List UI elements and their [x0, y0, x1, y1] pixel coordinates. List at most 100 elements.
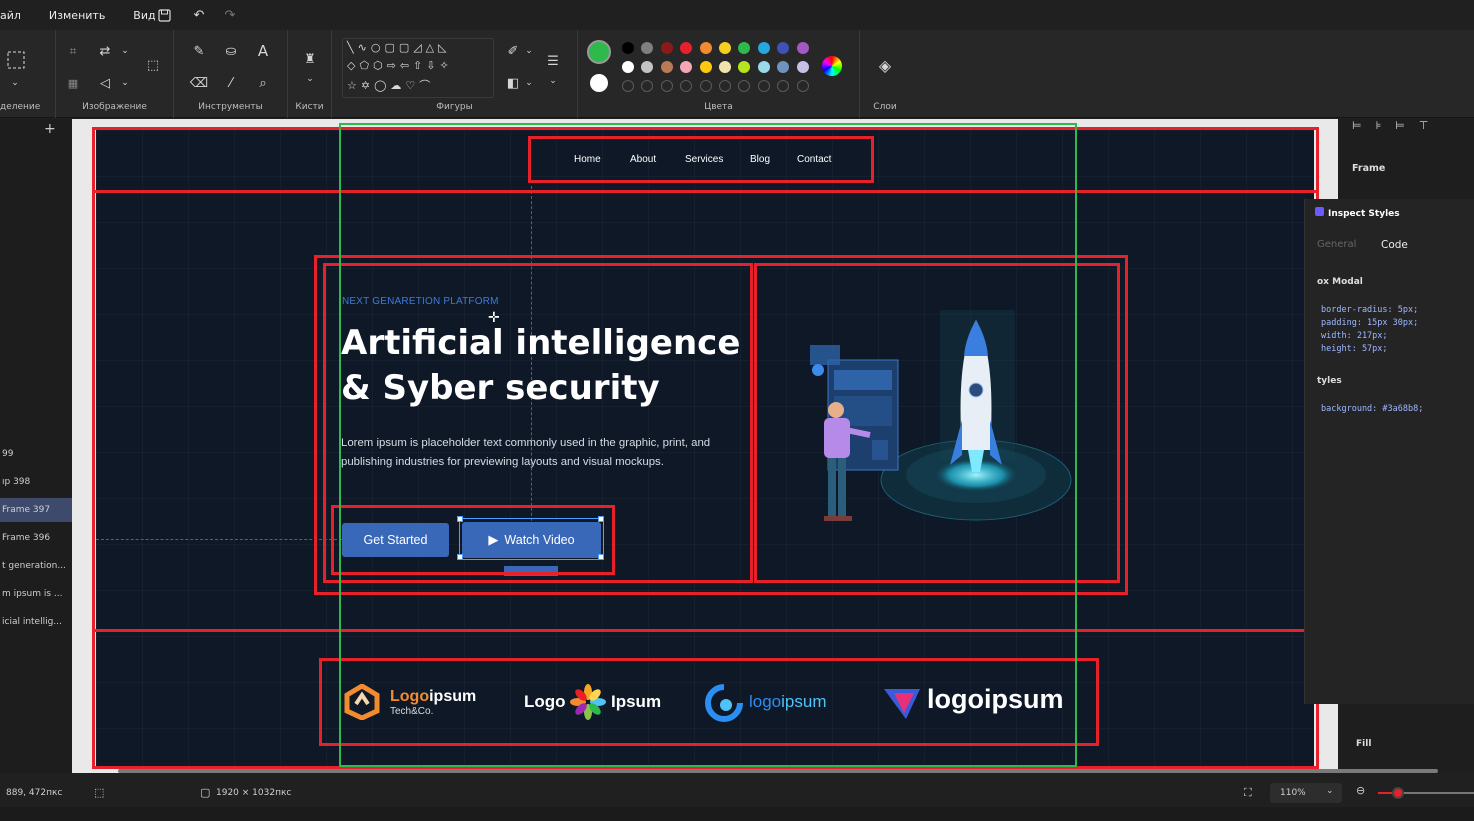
- chevron-down-icon[interactable]: ⌄: [542, 70, 564, 92]
- selection-group: ⌄ деление: [0, 30, 56, 118]
- custom-color-slot[interactable]: [757, 80, 770, 92]
- brush-icon[interactable]: ♜: [299, 48, 321, 70]
- tab-code[interactable]: Code: [1381, 239, 1408, 251]
- rotate-icon[interactable]: ◁: [94, 72, 116, 94]
- color-picker-icon[interactable]: ⁄: [220, 72, 242, 94]
- custom-color-slot[interactable]: [660, 80, 673, 92]
- eraser-icon[interactable]: ⌫: [188, 72, 210, 94]
- custom-color-slot[interactable]: [641, 80, 654, 92]
- resize-icon[interactable]: ⇄: [94, 40, 116, 62]
- custom-color-slot[interactable]: [796, 80, 809, 92]
- custom-color-slot[interactable]: [622, 80, 634, 92]
- redo-icon[interactable]: ↷: [221, 6, 239, 24]
- crop-icon[interactable]: ⌗: [62, 40, 84, 62]
- brushes-group: ♜ ⌄ Кисти: [288, 30, 332, 118]
- palette-swatch[interactable]: [680, 61, 693, 73]
- fill-bucket-icon[interactable]: ⛀: [220, 40, 242, 62]
- palette-swatch[interactable]: [660, 61, 673, 73]
- taskbar: [0, 807, 1474, 821]
- fit-to-window-icon[interactable]: ⛶: [1244, 786, 1252, 800]
- palette-swatch[interactable]: [777, 42, 790, 54]
- chevron-down-icon[interactable]: ⌄: [114, 40, 136, 62]
- primary-color-swatch[interactable]: [587, 40, 611, 64]
- align-toolbar[interactable]: ⊨⊧⊨⊤: [1352, 119, 1442, 132]
- secondary-color-swatch[interactable]: [590, 74, 608, 92]
- palette-swatch[interactable]: [777, 61, 790, 73]
- layers-group: ◈ Слои: [860, 30, 910, 118]
- magnifier-icon[interactable]: ⌕: [252, 72, 274, 94]
- inspect-icon: [1315, 207, 1324, 216]
- canvas-size-icon: ▢: [200, 786, 211, 799]
- chevron-down-icon[interactable]: ⌄: [518, 72, 540, 94]
- css-background: background: #3a68b8;: [1321, 404, 1424, 414]
- layer-item[interactable]: Frame 396: [0, 526, 72, 550]
- custom-color-slot[interactable]: [719, 80, 731, 92]
- save-icon[interactable]: [155, 6, 173, 24]
- palette-swatch[interactable]: [699, 61, 712, 73]
- chevron-down-icon[interactable]: ⌄: [299, 68, 321, 90]
- chevron-down-icon: ⌄: [1326, 786, 1334, 796]
- zoom-slider-thumb[interactable]: [1392, 787, 1404, 799]
- pencil-icon[interactable]: ✎: [188, 40, 210, 62]
- add-layer-icon[interactable]: +: [44, 121, 56, 137]
- text-tool-icon[interactable]: A: [252, 40, 274, 62]
- palette-swatch[interactable]: [738, 61, 751, 73]
- menu-edit[interactable]: Изменить: [35, 9, 119, 22]
- palette-swatch[interactable]: [641, 42, 654, 54]
- colors-group-label: Цвета: [704, 102, 733, 112]
- layer-item[interactable]: ıp 398: [0, 470, 72, 494]
- zoom-out-icon[interactable]: ⊖: [1356, 784, 1365, 797]
- zoom-select[interactable]: 110% ⌄: [1270, 783, 1342, 803]
- zoom-value: 110%: [1280, 788, 1306, 798]
- palette-swatch[interactable]: [757, 42, 770, 54]
- tools-group: ✎ ⛀ A ⌫ ⁄ ⌕ Инструменты: [174, 30, 288, 118]
- palette-swatch[interactable]: [719, 42, 731, 54]
- ribbon-toolbar: ⌄ деление ⌗ ⇄ ⌄ ⬚ ▦ ◁ ⌄ Изображение ✎ ⛀ …: [0, 30, 1474, 118]
- palette-swatch[interactable]: [622, 42, 634, 54]
- styles-heading: tyles: [1317, 376, 1342, 386]
- layer-item[interactable]: m ipsum is ...: [0, 582, 72, 606]
- background-remove-icon[interactable]: ⬚: [142, 54, 164, 76]
- custom-color-slot[interactable]: [738, 80, 751, 92]
- horizontal-scrollbar[interactable]: [118, 769, 1438, 773]
- layers-icon[interactable]: ◈: [874, 54, 896, 76]
- palette-swatch[interactable]: [680, 42, 693, 54]
- selection-group-label: деление: [0, 102, 41, 112]
- inspect-title: Inspect Styles: [1315, 207, 1400, 219]
- edit-colors-icon[interactable]: [822, 56, 842, 76]
- inspect-styles-panel: Inspect Styles General Code ox Modal bor…: [1304, 199, 1474, 704]
- menu-file[interactable]: айл: [0, 9, 35, 22]
- inspect-title-text: Inspect Styles: [1328, 209, 1400, 219]
- shape-size-icon[interactable]: ☰: [542, 50, 564, 72]
- tab-general[interactable]: General: [1317, 239, 1356, 250]
- layer-item[interactable]: icial intellig...: [0, 610, 72, 634]
- layer-item[interactable]: t generation...: [0, 554, 72, 578]
- palette-swatch[interactable]: [738, 42, 751, 54]
- undo-icon[interactable]: ↶: [190, 6, 208, 24]
- palette-swatch[interactable]: [660, 42, 673, 54]
- custom-color-slot[interactable]: [699, 80, 712, 92]
- palette-swatch[interactable]: [641, 61, 654, 73]
- palette-swatch[interactable]: [622, 61, 634, 73]
- image-group: ⌗ ⇄ ⌄ ⬚ ▦ ◁ ⌄ Изображение: [56, 30, 174, 118]
- move-cursor-icon: ✛: [488, 310, 500, 326]
- frame-label: Frame: [1352, 163, 1386, 174]
- colors-group: Цвета: [578, 30, 860, 118]
- image-filter-icon[interactable]: ▦: [62, 72, 84, 94]
- chevron-down-icon[interactable]: ⌄: [4, 72, 26, 94]
- layer-item-selected[interactable]: Frame 397: [0, 498, 72, 522]
- palette-swatch[interactable]: [757, 61, 770, 73]
- brushes-group-label: Кисти: [295, 102, 324, 112]
- palette-swatch[interactable]: [796, 42, 809, 54]
- custom-color-slot[interactable]: [680, 80, 693, 92]
- select-rectangle-icon[interactable]: [4, 48, 28, 72]
- zoom-slider[interactable]: [1378, 787, 1474, 799]
- custom-color-slot[interactable]: [777, 80, 790, 92]
- palette-swatch[interactable]: [796, 61, 809, 73]
- palette-swatch[interactable]: [719, 61, 731, 73]
- shapes-gallery[interactable]: ╲∿○▢▢◿△◺ ◇⬠⬡⇨⇦⇧⇩✧ ☆✡◯☁♡⌒: [342, 38, 494, 98]
- palette-swatch[interactable]: [699, 42, 712, 54]
- chevron-down-icon[interactable]: ⌄: [114, 72, 136, 94]
- chevron-down-icon[interactable]: ⌄: [518, 40, 540, 62]
- layer-item[interactable]: 99: [0, 442, 72, 466]
